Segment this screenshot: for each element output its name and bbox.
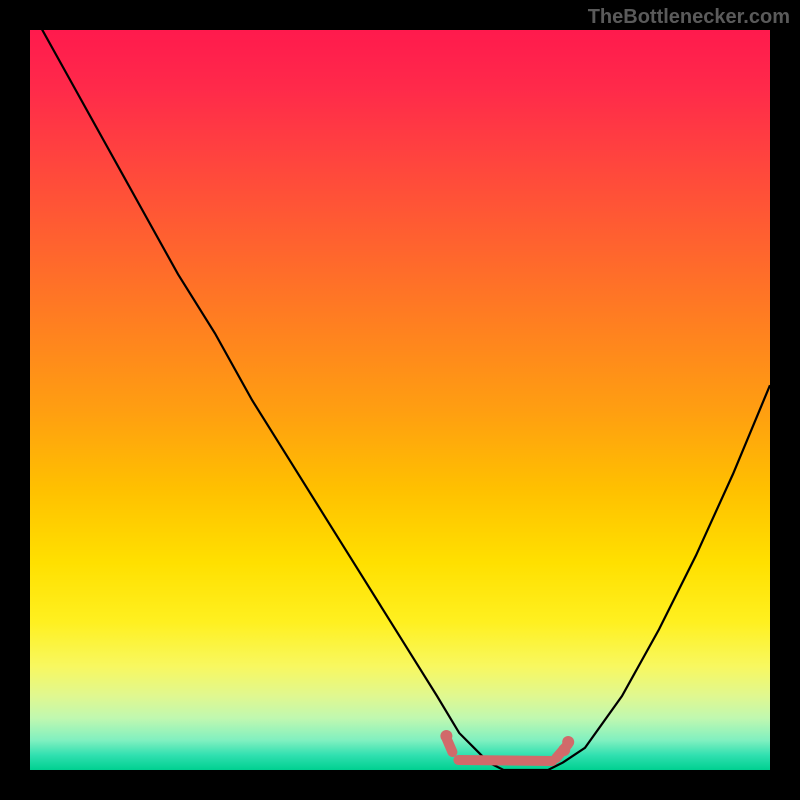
chart-svg	[30, 30, 770, 770]
bottleneck-curve	[30, 30, 770, 770]
marker-dot-left	[440, 730, 452, 742]
plot-area	[30, 30, 770, 770]
marker-dot-right-2	[562, 736, 574, 748]
attribution-text: TheBottlenecker.com	[588, 6, 790, 29]
optimal-range-marker	[446, 738, 568, 761]
chart-container: TheBottlenecker.com	[0, 0, 800, 800]
